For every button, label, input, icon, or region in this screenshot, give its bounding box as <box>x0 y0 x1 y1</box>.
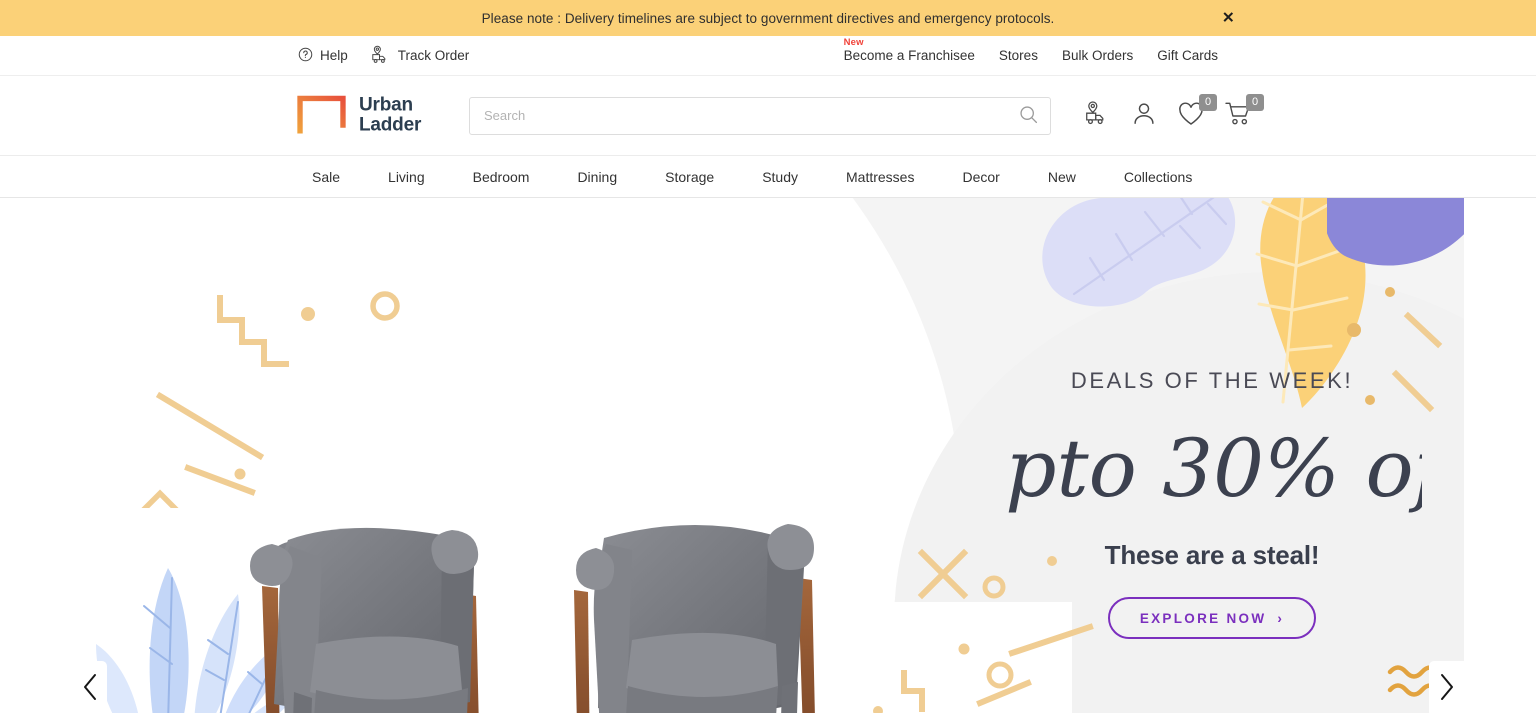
user-icon <box>1131 100 1157 131</box>
chair-left <box>250 527 479 713</box>
explore-now-button[interactable]: EXPLORE NOW › <box>1107 597 1317 639</box>
logo-wordmark: Urban Ladder <box>359 93 422 136</box>
notice-text: Please note : Delivery timelines are sub… <box>481 10 1055 26</box>
chair-right <box>574 524 815 713</box>
main-nav: Sale Living Bedroom Dining Storage Study… <box>0 156 1536 198</box>
site-header: Urban Ladder Search 0 0 <box>0 76 1536 156</box>
wishlist-icon-button[interactable]: 0 <box>1176 93 1217 131</box>
close-icon[interactable]: ✕ <box>1222 11 1235 26</box>
nav-item-mattresses[interactable]: Mattresses <box>822 169 938 185</box>
delivery-icon-button[interactable] <box>1082 100 1112 131</box>
nav-item-sale[interactable]: Sale <box>288 169 364 185</box>
product-image-corner-chairs <box>250 524 815 713</box>
search-icon <box>1018 104 1039 128</box>
hero-carousel: DEALS OF THE WEEK! upto 30% off These ar… <box>0 198 1536 713</box>
hero-copy: DEALS OF THE WEEK! upto 30% off These ar… <box>977 368 1447 639</box>
hero-headline-script: upto 30% off <box>1002 422 1422 515</box>
utility-nav: Help Track Order New Become a Franchisee… <box>0 36 1536 76</box>
track-order-link[interactable]: Track Order <box>370 45 470 67</box>
carousel-prev-button[interactable] <box>72 661 107 713</box>
nav-item-new[interactable]: New <box>1024 169 1100 185</box>
truck-location-icon <box>1083 100 1111 131</box>
track-order-label: Track Order <box>397 48 470 63</box>
nav-item-dining[interactable]: Dining <box>553 169 641 185</box>
new-badge: New <box>843 37 864 48</box>
help-link[interactable]: Help <box>298 47 348 65</box>
help-circle-icon <box>298 47 313 65</box>
gift-cards-link[interactable]: Gift Cards <box>1157 48 1218 63</box>
nav-item-collections[interactable]: Collections <box>1100 169 1216 185</box>
urban-ladder-logo[interactable]: Urban Ladder <box>297 93 422 136</box>
search-input[interactable] <box>470 97 1006 134</box>
nav-item-study[interactable]: Study <box>738 169 822 185</box>
nav-item-storage[interactable]: Storage <box>641 169 738 185</box>
nav-item-bedroom[interactable]: Bedroom <box>449 169 554 185</box>
stores-link[interactable]: Stores <box>999 48 1038 63</box>
utility-nav-left: Help Track Order <box>298 36 469 75</box>
bulk-orders-link[interactable]: Bulk Orders <box>1062 48 1133 63</box>
chevron-left-icon <box>80 672 100 707</box>
hero-subhead: These are a steal! <box>1104 540 1320 570</box>
become-a-franchisee-link[interactable]: New Become a Franchisee <box>843 37 975 63</box>
nav-item-decor[interactable]: Decor <box>938 169 1023 185</box>
logo-mark-icon <box>297 95 346 136</box>
cart-count-badge: 0 <box>1246 93 1264 111</box>
logo-line-1: Urban <box>359 93 413 115</box>
truck-location-icon <box>370 45 391 67</box>
account-icon-button[interactable] <box>1129 101 1159 131</box>
search-button[interactable] <box>1006 98 1050 134</box>
hero-headline: upto 30% off <box>977 392 1447 540</box>
header-actions: 0 0 <box>1082 93 1264 131</box>
main-nav-list: Sale Living Bedroom Dining Storage Study… <box>288 156 1216 197</box>
cart-icon-button[interactable]: 0 <box>1223 93 1264 131</box>
explore-now-label: EXPLORE NOW <box>1139 611 1267 626</box>
hero-eyebrow: DEALS OF THE WEEK! <box>1070 368 1354 393</box>
hero-slide: DEALS OF THE WEEK! upto 30% off These ar… <box>72 198 1464 713</box>
nav-item-living[interactable]: Living <box>364 169 449 185</box>
chevron-right-icon: › <box>1277 611 1285 626</box>
become-a-franchisee-label: Become a Franchisee <box>843 48 975 63</box>
search-bar[interactable] <box>469 96 1051 135</box>
utility-nav-right: New Become a Franchisee Stores Bulk Orde… <box>844 36 1218 75</box>
delivery-notice-bar: Please note : Delivery timelines are sub… <box>0 0 1536 36</box>
carousel-next-button[interactable] <box>1429 661 1464 713</box>
logo-line-2: Ladder <box>359 114 422 136</box>
help-label: Help <box>320 48 348 63</box>
hero-headline-text: upto 30% off <box>1002 422 1422 515</box>
wishlist-count-badge: 0 <box>1199 93 1217 111</box>
chevron-right-icon <box>1437 672 1457 707</box>
